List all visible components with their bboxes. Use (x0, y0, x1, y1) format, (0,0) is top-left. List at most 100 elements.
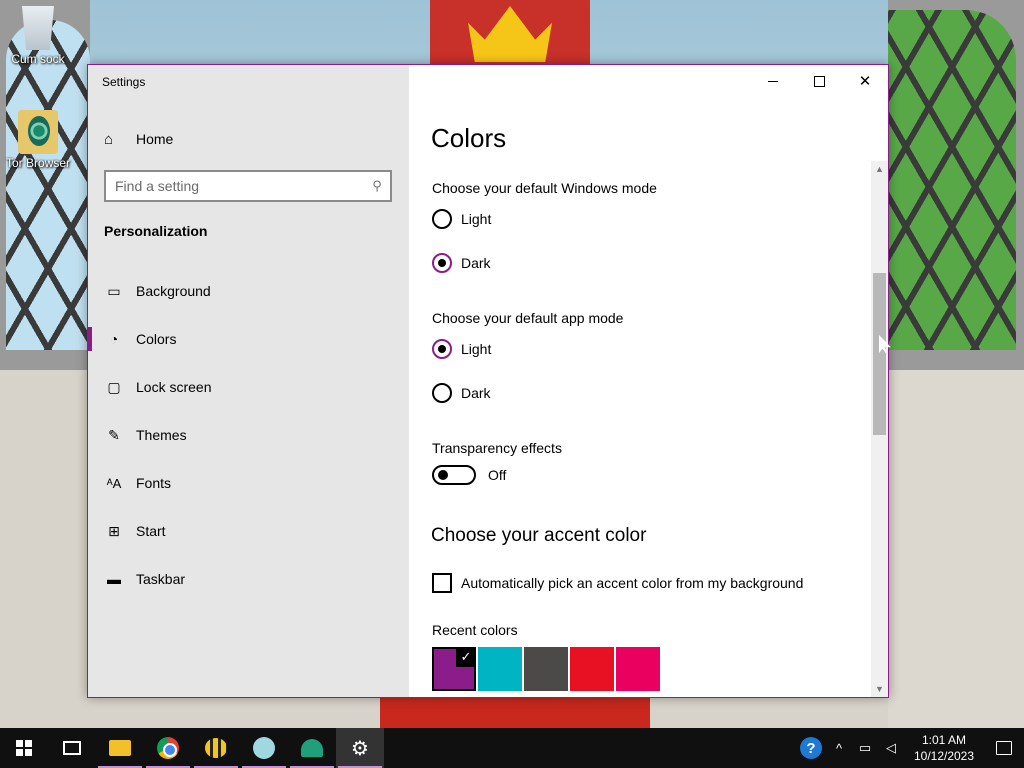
red-carpet (380, 696, 650, 728)
scroll-up-arrow-icon[interactable]: ▲ (871, 161, 888, 177)
windows-mode-dark-radio[interactable]: Dark (432, 253, 491, 273)
task-view-icon (63, 741, 81, 755)
settings-taskbar-button[interactable]: ⚙ (336, 728, 384, 768)
home-nav-button[interactable]: ⌂ Home (104, 127, 173, 151)
settings-window: Settings ⌂ Home ⚲ Personalization ▭ Back… (87, 64, 889, 698)
task-view-button[interactable] (48, 728, 96, 768)
sidebar-item-taskbar[interactable]: ▬ Taskbar (88, 555, 409, 603)
sidebar-item-themes[interactable]: ✎ Themes (88, 411, 409, 459)
desktop-icon-label: Tor Browser (5, 156, 70, 170)
windows-mode-label: Choose your default Windows mode (432, 180, 657, 196)
radio-label: Dark (461, 255, 491, 271)
castle-window-left (6, 20, 90, 350)
bee-app-button[interactable] (192, 728, 240, 768)
palette-icon: ◔ (109, 331, 119, 347)
transparency-toggle[interactable]: Off (432, 465, 506, 485)
sidebar-item-colors[interactable]: ◔ Colors (88, 315, 409, 363)
close-button[interactable]: ✕ (842, 65, 888, 97)
file-explorer-button[interactable] (96, 728, 144, 768)
sidebar-item-label: Colors (136, 331, 177, 347)
sidebar-item-label: Themes (136, 427, 187, 443)
themes-brush-icon: ✎ (108, 426, 120, 443)
clock-time: 1:01 AM (921, 733, 967, 747)
color-swatch[interactable] (478, 647, 522, 691)
sidebar-item-label: Start (136, 523, 166, 539)
chrome-icon (157, 737, 179, 759)
sidebar-item-fonts[interactable]: ᴬA Fonts (88, 459, 409, 507)
checkmark-icon: ✓ (456, 647, 476, 667)
recent-colors-swatches: ✓ (432, 647, 660, 691)
checkbox-box (432, 573, 452, 593)
action-center-button[interactable] (984, 728, 1024, 768)
minimize-button[interactable] (750, 65, 796, 97)
network-icon[interactable]: ▭ (852, 740, 878, 756)
radio-label: Dark (461, 385, 491, 401)
sidebar-item-label: Fonts (136, 475, 172, 491)
radio-circle (432, 383, 452, 403)
checkbox-label: Automatically pick an accent color from … (461, 575, 804, 591)
caption-buttons: ✕ (750, 65, 888, 97)
sidebar-item-label: Lock screen (136, 379, 212, 395)
sidebar-item-start[interactable]: ⊞ Start (88, 507, 409, 555)
sidebar-item-label: Background (136, 283, 211, 299)
search-input[interactable] (106, 178, 364, 194)
nav-list: ▭ Background ◔ Colors ▢ Lock screen ✎ Th… (88, 267, 409, 603)
desktop-icon-tor-browser[interactable]: Tor Browser (0, 110, 76, 170)
tor-browser-icon (18, 110, 58, 154)
window-title: Settings (102, 75, 146, 89)
radio-label: Light (461, 341, 492, 357)
color-swatch[interactable] (616, 647, 660, 691)
volume-muted-icon[interactable]: ◁ (878, 740, 904, 756)
taskbar: ⚙ ? ^ ▭ ◁ 1:01 AM 10/12/2023 (0, 728, 1024, 768)
settings-sidebar: Settings ⌂ Home ⚲ Personalization ▭ Back… (88, 65, 409, 697)
sidebar-item-label: Taskbar (136, 571, 186, 587)
radio-circle (432, 339, 452, 359)
recycle-bin-icon (22, 6, 54, 50)
radio-circle (432, 253, 452, 273)
color-swatch[interactable]: ✓ (432, 647, 476, 691)
dome-app-button[interactable] (288, 728, 336, 768)
anime-app-button[interactable] (240, 728, 288, 768)
taskbar-icon: ▬ (107, 571, 121, 587)
castle-window-right (888, 10, 1016, 350)
auto-accent-checkbox[interactable]: Automatically pick an accent color from … (432, 573, 803, 593)
image-icon: ▭ (107, 282, 121, 299)
color-swatch[interactable] (570, 647, 614, 691)
dome-app-icon (301, 739, 323, 757)
toggle-state-label: Off (488, 467, 507, 483)
app-mode-light-radio[interactable]: Light (432, 339, 491, 359)
lock-screen-icon: ▢ (107, 378, 121, 395)
sidebar-item-background[interactable]: ▭ Background (88, 267, 409, 315)
anime-app-icon (253, 737, 275, 759)
recent-colors-label: Recent colors (432, 622, 518, 638)
transparency-label: Transparency effects (432, 440, 562, 456)
maximize-button[interactable] (796, 65, 842, 97)
radio-circle (432, 209, 452, 229)
windows-mode-light-radio[interactable]: Light (432, 209, 491, 229)
accent-section-title: Choose your accent color (431, 525, 647, 546)
settings-content: ✕ Colors Choose your default Windows mod… (409, 65, 888, 697)
app-mode-dark-radio[interactable]: Dark (432, 383, 491, 403)
scroll-thumb[interactable] (873, 273, 886, 435)
sidebar-item-lock-screen[interactable]: ▢ Lock screen (88, 363, 409, 411)
start-button[interactable] (0, 728, 48, 768)
search-icon[interactable]: ⚲ (364, 178, 390, 194)
chrome-button[interactable] (144, 728, 192, 768)
system-tray: ? ^ ▭ ◁ 1:01 AM 10/12/2023 (800, 728, 1024, 768)
app-mode-label: Choose your default app mode (432, 310, 624, 326)
content-scrollbar[interactable]: ▲ ▼ (871, 161, 888, 697)
help-icon[interactable]: ? (800, 737, 822, 759)
notification-icon (996, 741, 1012, 755)
color-swatch[interactable] (524, 647, 568, 691)
bee-app-icon (205, 738, 227, 758)
desktop-icon-label: Cum sock (11, 52, 65, 66)
clock[interactable]: 1:01 AM 10/12/2023 (904, 732, 984, 764)
search-box[interactable]: ⚲ (104, 170, 392, 202)
page-title: Colors (431, 123, 507, 153)
scroll-down-arrow-icon[interactable]: ▼ (871, 681, 888, 697)
chevron-up-icon[interactable]: ^ (826, 741, 852, 756)
section-title: Personalization (104, 223, 208, 239)
toggle-track (432, 465, 476, 485)
desktop-icon-recycle-bin[interactable]: Cum sock (0, 6, 76, 66)
radio-label: Light (461, 211, 492, 227)
